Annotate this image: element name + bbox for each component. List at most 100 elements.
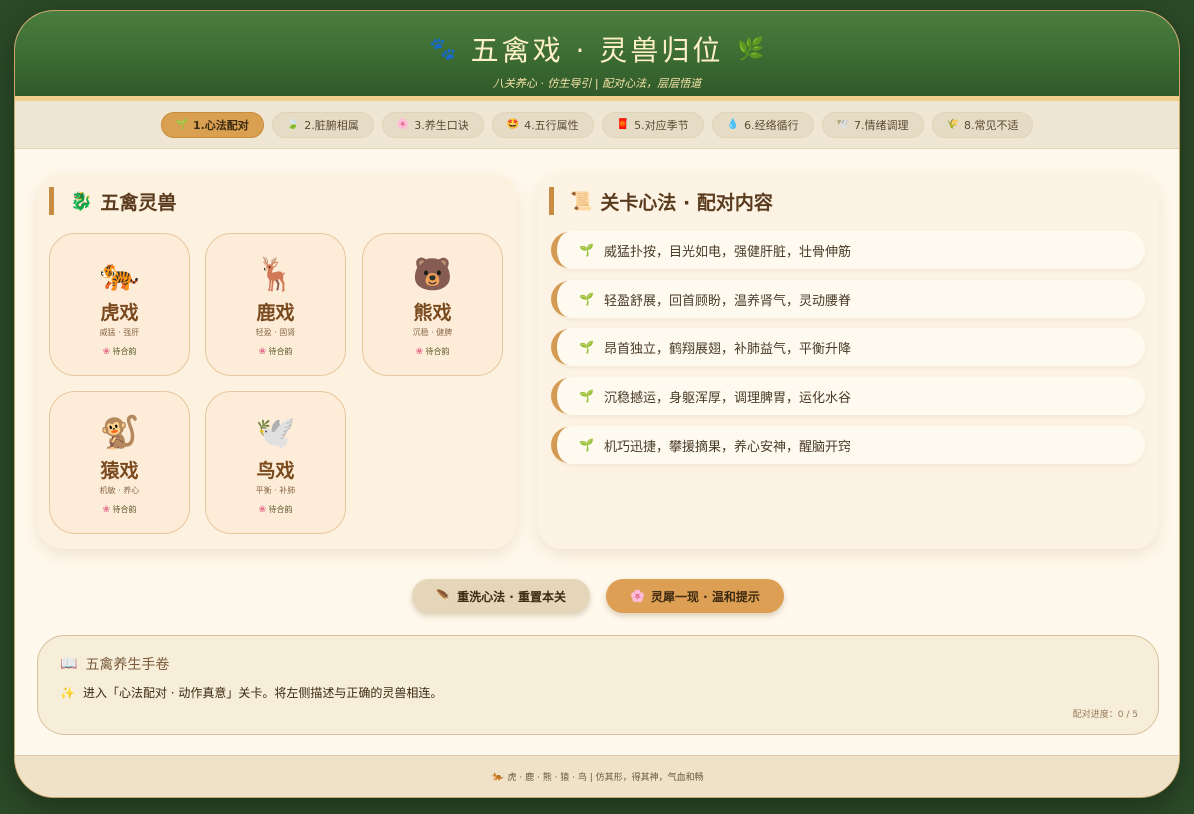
match-progress: 配对进度：0 / 5 [1072, 710, 1138, 720]
sprout-icon: 🌱 [579, 389, 594, 403]
method-text: 沉稳撼运，身躯浑厚，调理脾胃，运化水谷 [603, 390, 851, 406]
tab-5[interactable]: 🧧 5.对应季节 [601, 111, 704, 138]
feather-icon: 🪶 [436, 589, 452, 603]
beast-name: 鸟戏 [256, 460, 295, 482]
beast-name: 熊戏 [413, 302, 452, 324]
dove-icon: 🕊️ [836, 119, 850, 130]
beast-name: 虎戏 [100, 302, 139, 324]
header: 🐾 五禽戏 · 灵兽归位 🌿 八关养心 · 仿生导引 | 配对心法，层层悟道 [15, 11, 1179, 101]
action-buttons: 🪶 重洗心法 · 重置本关 🌸 灵犀一现 · 温和提示 [15, 579, 1179, 613]
methods-panel-title-text: 关卡心法 · 配对内容 [600, 191, 773, 214]
manual-message-text: 进入「心法配对 · 动作真意」关卡。将左侧描述与正确的灵兽相连。 [82, 686, 443, 700]
deer-icon: 🦌 [255, 255, 296, 293]
beast-status: ❀ 待合韵 [50, 504, 189, 515]
beast-status: ❀ 待合韵 [363, 346, 502, 357]
method-text: 昂首独立，鹤翔展翅，补肺益气，平衡升降 [603, 341, 851, 357]
beast-status-text: 待合韵 [268, 505, 293, 514]
page-subtitle: 八关养心 · 仿生导引 | 配对心法，层层悟道 [492, 77, 702, 90]
method-item-5[interactable]: 🌱 机巧迅捷，攀援摘果，养心安神，醒脑开窍 [551, 426, 1145, 464]
leaf-icon: 🍃 [286, 119, 300, 130]
tab-label: 7.情绪调理 [854, 118, 909, 132]
footer: 🐅 虎 · 鹿 · 熊 · 猿 · 鸟 | 仿其形，得其神，气血和畅 [15, 755, 1179, 797]
page-title: 五禽戏 · 灵兽归位 [470, 34, 724, 67]
blossom-icon: ❀ [258, 347, 266, 357]
beast-desc: 威猛 · 强肝 [99, 328, 140, 337]
droplet-icon: 💧 [726, 119, 740, 130]
beast-status: ❀ 待合韵 [206, 504, 345, 515]
tab-7[interactable]: 🕊️ 7.情绪调理 [821, 111, 924, 138]
tab-label: 1.心法配对 [192, 118, 249, 132]
beasts-panel-title-text: 五禽灵兽 [100, 191, 177, 214]
herb-icon: 🌿 [737, 36, 765, 62]
reset-button[interactable]: 🪶 重洗心法 · 重置本关 [412, 579, 590, 613]
tab-6[interactable]: 💧 6.经络循行 [711, 111, 814, 138]
method-item-4[interactable]: 🌱 沉稳撼运，身躯浑厚，调理脾胃，运化水谷 [551, 377, 1145, 415]
method-item-2[interactable]: 🌱 轻盈舒展，回首顾盼，温养肾气，灵动腰脊 [551, 280, 1145, 318]
tab-label: 2.脏腑相属 [304, 118, 359, 132]
beasts-panel-title: 🐉 五禽灵兽 [49, 187, 176, 215]
sprout-icon: 🌱 [579, 438, 594, 452]
blossom-icon: ❀ [102, 505, 110, 515]
paw-icon: 🐾 [429, 36, 457, 62]
hint-button[interactable]: 🌸 灵犀一现 · 温和提示 [606, 579, 784, 613]
beast-desc: 沉稳 · 健脾 [412, 328, 453, 337]
manual-message: ✨ 进入「心法配对 · 动作真意」关卡。将左侧描述与正确的灵兽相连。 [60, 684, 1136, 701]
beast-card-tiger[interactable]: 🐅 虎戏 威猛 · 强肝 ❀ 待合韵 [49, 233, 190, 376]
book-icon: 📖 [60, 656, 78, 672]
tab-label: 6.经络循行 [744, 118, 799, 132]
sparkles-icon: ✨ [60, 685, 75, 700]
beast-desc: 平衡 · 补肺 [255, 486, 296, 495]
beast-name: 猿戏 [100, 460, 139, 482]
tab-label: 8.常见不适 [963, 118, 1019, 132]
blossom-icon: ❀ [102, 347, 110, 357]
beast-name: 鹿戏 [256, 302, 295, 324]
dragon-icon: 🐉 [70, 190, 93, 212]
method-text: 威猛扑按，目光如电，强健肝脏，壮骨伸筋 [603, 244, 851, 260]
scroll-icon: 📜 [570, 190, 593, 212]
reset-button-label: 重洗心法 · 重置本关 [457, 589, 566, 604]
level-tabs: 🌱 1.心法配对 🍃 2.脏腑相属 🌸 3.养生口诀 🤩 4.五行属性 🧧 5.对应季节 … [15, 101, 1179, 149]
tab-8[interactable]: 🌾 8.常见不适 [931, 111, 1034, 138]
tab-1[interactable]: 🌱 1.心法配对 [160, 111, 264, 138]
manual-title-text: 五禽养生手卷 [85, 657, 170, 673]
beast-desc: 机敏 · 养心 [99, 486, 140, 495]
beast-status-text: 待合韵 [425, 347, 450, 356]
tab-4[interactable]: 🤩 4.五行属性 [491, 111, 594, 138]
manual-title: 📖 五禽养生手卷 [60, 654, 1136, 674]
method-text: 轻盈舒展，回首顾盼，温养肾气，灵动腰脊 [603, 293, 851, 309]
beast-status-text: 待合韵 [112, 505, 137, 514]
dove-icon: 🕊️ [255, 413, 296, 451]
blossom-icon: ❀ [258, 505, 266, 515]
sprout-icon: 🌱 [579, 243, 594, 257]
title-row: 🐾 五禽戏 · 灵兽归位 🌿 [15, 29, 1179, 69]
beast-card-monkey[interactable]: 🐒 猿戏 机敏 · 养心 ❀ 待合韵 [49, 391, 190, 534]
method-item-1[interactable]: 🌱 威猛扑按，目光如电，强健肝脏，壮骨伸筋 [551, 231, 1145, 269]
beast-card-deer[interactable]: 🦌 鹿戏 轻盈 · 固肾 ❀ 待合韵 [205, 233, 346, 376]
hint-button-label: 灵犀一现 · 温和提示 [650, 589, 760, 604]
manual-panel: 📖 五禽养生手卷 ✨ 进入「心法配对 · 动作真意」关卡。将左侧描述与正确的灵兽… [37, 635, 1159, 735]
beast-status: ❀ 待合韵 [50, 346, 189, 357]
blossom-icon: ❀ [415, 347, 423, 357]
beast-status-text: 待合韵 [112, 347, 137, 356]
tab-label: 3.养生口诀 [414, 118, 469, 132]
bear-icon: 🐻 [412, 255, 453, 293]
method-item-3[interactable]: 🌱 昂首独立，鹤翔展翅，补肺益气，平衡升降 [551, 328, 1145, 366]
beast-card-bird[interactable]: 🕊️ 鸟戏 平衡 · 补肺 ❀ 待合韵 [205, 391, 346, 534]
beast-desc: 轻盈 · 固肾 [255, 328, 296, 337]
beasts-panel: 🐉 五禽灵兽 🐅 虎戏 威猛 · 强肝 ❀ 待合韵 🦌 鹿戏 轻盈 · 固肾 ❀… [37, 173, 517, 549]
tab-label: 4.五行属性 [524, 118, 579, 132]
star-face-icon: 🤩 [506, 119, 520, 130]
blossom-icon: 🌸 [630, 589, 645, 603]
tab-2[interactable]: 🍃 2.脏腑相属 [271, 111, 374, 138]
flower-icon: 🌸 [396, 119, 410, 130]
beast-card-bear[interactable]: 🐻 熊戏 沉稳 · 健脾 ❀ 待合韵 [362, 233, 503, 376]
tab-label: 5.对应季节 [634, 118, 689, 132]
tab-3[interactable]: 🌸 3.养生口诀 [381, 111, 484, 138]
methods-panel-title: 📜 关卡心法 · 配对内容 [549, 187, 773, 215]
tiger-icon: 🐅 [492, 771, 504, 782]
tiger-icon: 🐅 [99, 255, 140, 293]
methods-panel: 📜 关卡心法 · 配对内容 🌱 威猛扑按，目光如电，强健肝脏，壮骨伸筋 🌱 轻盈舒展… [537, 173, 1159, 549]
sprout-icon: 🌱 [579, 340, 594, 354]
grain-icon: 🌾 [946, 119, 959, 130]
sprout-icon: 🌱 [175, 119, 188, 130]
